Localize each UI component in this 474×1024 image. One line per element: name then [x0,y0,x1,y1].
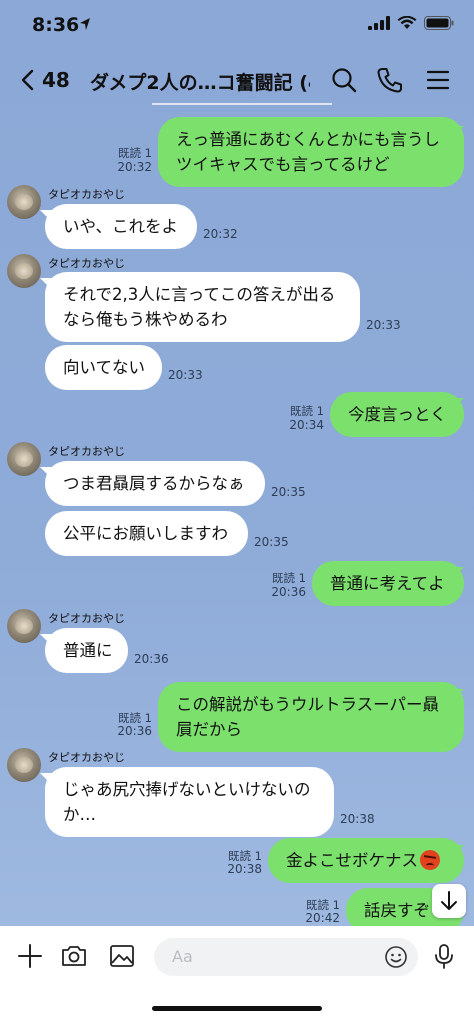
message-time: 20:36 [117,724,152,738]
back-chevron-icon[interactable] [18,68,38,92]
status-icons [368,16,454,30]
read-receipt: 既読 1 [290,404,324,418]
message-time: 20:35 [254,535,289,549]
chat-title[interactable]: ダメプ2人の…コ奮闘記 (4) [90,68,310,95]
outgoing-message-bubble[interactable]: 普通に考えてよ [312,561,464,606]
incoming-message-bubble[interactable]: いや、これをよ [45,204,197,249]
location-arrow-icon [80,18,90,30]
camera-icon[interactable] [60,942,88,970]
status-time: 8:36 [32,14,80,36]
message-time: 20:38 [340,812,375,826]
incoming-message-bubble[interactable]: 公平にお願いしますわ [45,511,248,556]
scroll-to-bottom-button[interactable] [432,884,466,918]
avatar[interactable] [7,185,41,219]
incoming-message-bubble[interactable]: 向いてない [45,345,162,390]
unread-count[interactable]: 48 [42,68,70,92]
avatar[interactable] [7,609,41,643]
message-time: 20:34 [289,418,324,432]
home-indicator [152,1006,322,1011]
avatar[interactable] [7,442,41,476]
status-bar: 8:36 [0,0,474,50]
incoming-message-bubble[interactable]: それで2,3人に言ってこの答えが出る なら俺もう株やめるわ [45,272,360,342]
message-time: 20:35 [271,485,306,499]
phone-icon[interactable] [376,66,404,94]
sender-name: タピオカおやじ [48,751,125,764]
message-input-bar: Aa [0,926,474,1024]
sender-name: タピオカおやじ [48,445,125,458]
arrow-down-icon [441,891,457,910]
image-icon[interactable] [108,942,136,970]
battery-icon [424,16,454,30]
read-receipt: 既読 1 [272,571,306,585]
angry-face-icon [420,850,440,870]
sender-name: タピオカおやじ [48,612,125,625]
header-divider [152,103,332,105]
outgoing-message-bubble[interactable]: 今度言っとく [330,392,464,437]
emoji-icon[interactable] [384,945,408,969]
chat-header: 48 ダメプ2人の…コ奮闘記 (4) [0,50,474,110]
message-time: 20:36 [134,652,169,666]
microphone-icon[interactable] [430,942,458,970]
incoming-message-bubble[interactable]: つま君贔屓するからなぁ [45,461,265,506]
search-icon[interactable] [330,66,358,94]
sender-name: タピオカおやじ [48,188,125,201]
menu-icon[interactable] [424,66,452,94]
read-receipt: 既読 1 [118,146,152,160]
sender-name: タピオカおやじ [48,257,125,270]
message-time: 20:32 [203,227,238,241]
message-input[interactable]: Aa [154,938,418,976]
message-time: 20:36 [271,585,306,599]
cellular-signal-icon [368,16,390,30]
avatar[interactable] [7,748,41,782]
outgoing-message-bubble[interactable]: 金よこせボケナス [268,838,464,883]
wifi-icon [397,16,417,29]
avatar[interactable] [7,254,41,288]
message-time: 20:33 [366,318,401,332]
incoming-message-bubble[interactable]: 普通に [45,628,128,673]
message-time: 20:38 [227,862,262,876]
outgoing-message-bubble[interactable]: この解説がもうウルトラスーパー贔 屓だから [158,682,464,752]
message-time: 20:32 [117,160,152,174]
incoming-message-bubble[interactable]: じゃあ尻穴捧げないといけないの か… [45,767,334,837]
message-time: 20:33 [168,368,203,382]
plus-icon[interactable] [16,942,44,970]
outgoing-message-bubble[interactable]: えっ普通にあむくんとかにも言うし ツイキャスでも言ってるけど [158,117,464,187]
message-time: 20:42 [305,911,340,925]
input-placeholder: Aa [172,947,193,966]
